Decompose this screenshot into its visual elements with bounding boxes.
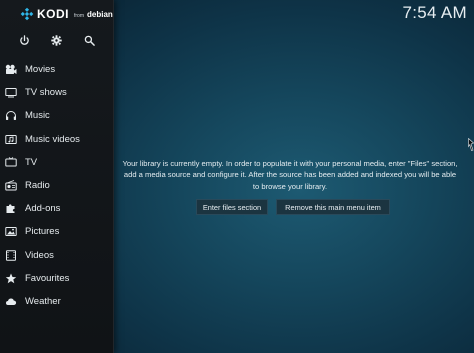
menu-item-tv-shows[interactable]: TV shows: [0, 81, 114, 104]
enter-files-section-button[interactable]: Enter files section: [196, 199, 268, 215]
pictures-icon: [4, 226, 18, 238]
menu-item-tv[interactable]: TV: [0, 151, 114, 174]
menu-item-weather[interactable]: Weather: [0, 290, 114, 313]
radio-icon: [4, 180, 18, 192]
menu-label: Add-ons: [25, 203, 61, 215]
videos-icon: [4, 249, 18, 261]
menu-item-favourites[interactable]: Favourites: [0, 267, 114, 290]
empty-library-message: Your library is currently empty. In orde…: [122, 159, 458, 191]
addons-icon: [4, 203, 18, 215]
gear-icon: [51, 34, 63, 46]
clock: 7:54 AM: [402, 3, 467, 22]
search-button[interactable]: [82, 32, 98, 48]
headphones-icon: [4, 110, 18, 122]
menu-label: TV: [25, 156, 38, 168]
mouse-cursor-icon: [468, 138, 474, 151]
remove-main-menu-item-button[interactable]: Remove this main menu item: [276, 199, 390, 215]
settings-button[interactable]: [49, 32, 65, 48]
menu-item-videos[interactable]: Videos: [0, 244, 114, 267]
menu-label: TV shows: [25, 87, 67, 99]
logo-debian: debian: [87, 10, 113, 19]
power-button[interactable]: [16, 32, 32, 48]
menu-label: Videos: [25, 249, 54, 261]
toolbar: [0, 30, 114, 50]
sidebar: KODI from debian Movies TV shows Music M…: [0, 0, 114, 353]
menu-item-add-ons[interactable]: Add-ons: [0, 197, 114, 220]
menu-label: Music videos: [25, 133, 80, 145]
tv-icon: [4, 156, 18, 168]
menu-label: Pictures: [25, 226, 60, 238]
kodi-logo: KODI from debian: [20, 6, 113, 22]
power-icon: [20, 34, 29, 45]
menu-item-music-videos[interactable]: Music videos: [0, 128, 114, 151]
menu-item-movies[interactable]: Movies: [0, 58, 114, 81]
menu-item-pictures[interactable]: Pictures: [0, 220, 114, 243]
movies-icon: [4, 64, 18, 76]
menu-label: Music: [25, 110, 50, 122]
action-buttons: Enter files section Remove this main men…: [196, 199, 390, 215]
main-menu: Movies TV shows Music Music videos TV Ra…: [0, 58, 114, 313]
search-icon: [84, 35, 95, 46]
music-videos-icon: [4, 133, 18, 145]
menu-label: Weather: [25, 295, 61, 307]
star-icon: [4, 272, 18, 284]
tv-shows-icon: [4, 87, 18, 99]
logo-text: KODI: [37, 7, 69, 21]
menu-label: Movies: [25, 64, 56, 76]
menu-item-music[interactable]: Music: [0, 104, 114, 127]
kodi-logo-icon: [20, 7, 34, 21]
menu-item-radio[interactable]: Radio: [0, 174, 114, 197]
logo-from: from: [74, 12, 84, 19]
weather-icon: [4, 295, 18, 307]
menu-label: Favourites: [25, 272, 70, 284]
menu-label: Radio: [25, 180, 50, 192]
